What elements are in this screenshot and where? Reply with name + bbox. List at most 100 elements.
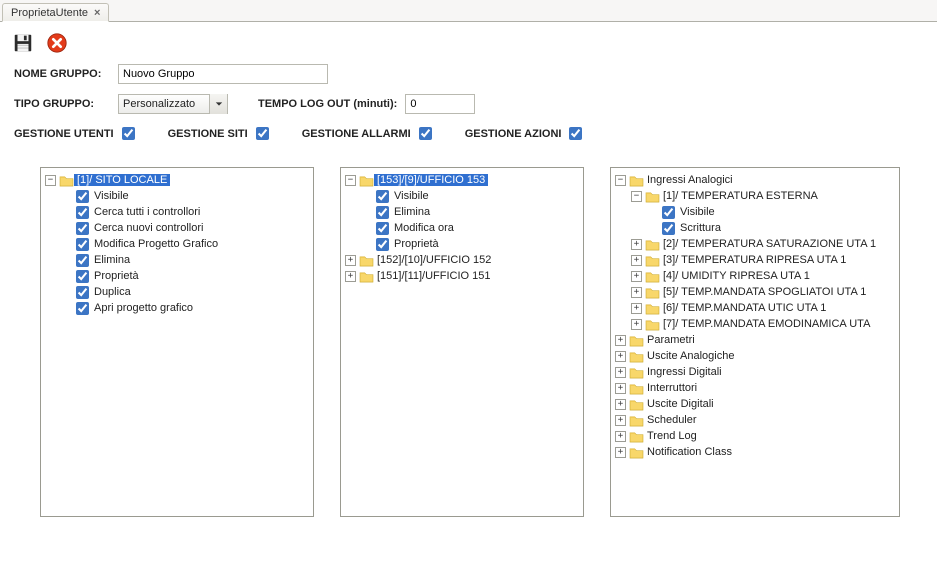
expand-icon[interactable]: + [615,335,626,346]
toolbar [0,22,937,62]
expand-icon[interactable]: + [631,303,642,314]
tree-node[interactable]: Scheduler [644,414,700,426]
tree-node-permission[interactable]: Modifica Progetto Grafico [91,238,221,250]
tree-node[interactable]: [3]/ TEMPERATURA RIPRESA UTA 1 [660,254,849,266]
tree-sites[interactable]: − [1]/ SITO LOCALE Visibile Cerca tutti i… [40,167,314,517]
folder-icon [628,172,644,188]
tree-node[interactable]: [2]/ TEMPERATURA SATURAZIONE UTA 1 [660,238,879,250]
timeout-input[interactable] [405,94,475,114]
permission-checkbox[interactable] [76,254,89,267]
timeout-label: TEMPO LOG OUT (minuti): [258,98,397,110]
flag-actions-label: GESTIONE AZIONI [465,128,562,140]
cancel-button[interactable] [44,30,70,56]
save-button[interactable] [10,30,36,56]
close-icon[interactable]: × [94,7,100,19]
permission-checkbox[interactable] [662,206,675,219]
expand-icon[interactable]: + [615,447,626,458]
tree-points[interactable]: − Ingressi Analogici − [1]/ TEMPERATURA … [610,167,900,517]
collapse-icon[interactable]: − [45,175,56,186]
permission-checkbox[interactable] [662,222,675,235]
tree-node[interactable]: Parametri [644,334,698,346]
tab-proprieta-utente[interactable]: ProprietaUtente × [2,3,109,22]
tree-node-permission[interactable]: Apri progetto grafico [91,302,196,314]
tree-node[interactable]: [151]/[11]/UFFICIO 151 [374,270,494,282]
permission-checkbox[interactable] [376,238,389,251]
name-label: NOME GRUPPO: [14,68,110,80]
permission-checkbox[interactable] [376,222,389,235]
tree-node-permission[interactable]: Visibile [391,190,432,202]
tree-node-permission[interactable]: Proprietà [91,270,142,282]
tree-node-permission[interactable]: Duplica [91,286,134,298]
permission-checkbox[interactable] [376,190,389,203]
tree-node-site-root[interactable]: [1]/ SITO LOCALE [74,174,170,186]
tree-node-permission[interactable]: Proprietà [391,238,442,250]
tab-strip: ProprietaUtente × [0,0,937,22]
tree-node[interactable]: Notification Class [644,446,735,458]
expand-icon[interactable]: + [345,255,356,266]
folder-icon [628,396,644,412]
expand-icon[interactable]: + [631,271,642,282]
tree-node[interactable]: Uscite Analogiche [644,350,737,362]
expand-icon[interactable]: + [615,367,626,378]
tree-node-permission[interactable]: Visibile [677,206,718,218]
tree-node[interactable]: [7]/ TEMP.MANDATA EMODINAMICA UTA [660,318,873,330]
tree-node[interactable]: Trend Log [644,430,700,442]
expand-icon[interactable]: + [615,399,626,410]
type-label: TIPO GRUPPO: [14,98,110,110]
tab-label: ProprietaUtente [11,7,88,19]
tree-controllers[interactable]: − [153]/[9]/UFFICIO 153 Visibile Elimina M… [340,167,584,517]
tree-node[interactable]: [152]/[10]/UFFICIO 152 [374,254,494,266]
flag-alarms-checkbox[interactable] [419,127,432,140]
flag-sites-label: GESTIONE SITI [168,128,248,140]
tree-node-permission[interactable]: Scrittura [677,222,724,234]
expand-icon[interactable]: + [631,319,642,330]
flag-actions-checkbox[interactable] [569,127,582,140]
folder-icon [644,188,660,204]
folder-icon [628,412,644,428]
tree-node-permission[interactable]: Elimina [391,206,433,218]
expand-icon[interactable]: + [615,431,626,442]
expand-icon[interactable]: + [631,287,642,298]
tree-node-category[interactable]: Ingressi Analogici [644,174,736,186]
permission-checkbox[interactable] [76,270,89,283]
group-name-input[interactable] [118,64,328,84]
flag-users-checkbox[interactable] [122,127,135,140]
folder-icon [628,364,644,380]
tree-node[interactable]: Uscite Digitali [644,398,717,410]
tree-node[interactable]: Ingressi Digitali [644,366,725,378]
tree-node-permission[interactable]: Visibile [91,190,132,202]
permission-checkbox[interactable] [76,302,89,315]
tree-node-controller-root[interactable]: [153]/[9]/UFFICIO 153 [374,174,488,186]
expand-icon[interactable]: + [615,415,626,426]
expand-icon[interactable]: + [345,271,356,282]
folder-icon [358,252,374,268]
permission-checkbox[interactable] [76,286,89,299]
group-type-select[interactable]: Personalizzato [118,94,228,114]
collapse-icon[interactable]: − [615,175,626,186]
permission-checkbox[interactable] [76,190,89,203]
tree-node-permission[interactable]: Modifica ora [391,222,457,234]
flag-sites-checkbox[interactable] [256,127,269,140]
tree-node[interactable]: Interruttori [644,382,700,394]
group-type-value: Personalizzato [123,98,195,110]
permission-checkbox[interactable] [76,238,89,251]
tree-node[interactable]: [4]/ UMIDITY RIPRESA UTA 1 [660,270,813,282]
tree-node[interactable]: [5]/ TEMP.MANDATA SPOGLIATOI UTA 1 [660,286,869,298]
tree-node[interactable]: [6]/ TEMP.MANDATA UTIC UTA 1 [660,302,829,314]
expand-icon[interactable]: + [631,255,642,266]
tree-node-permission[interactable]: Cerca nuovi controllori [91,222,206,234]
folder-icon [628,428,644,444]
expand-icon[interactable]: + [615,383,626,394]
permission-checkbox[interactable] [76,206,89,219]
permission-checkbox[interactable] [76,222,89,235]
tree-node-point[interactable]: [1]/ TEMPERATURA ESTERNA [660,190,821,202]
flag-users-label: GESTIONE UTENTI [14,128,114,140]
collapse-icon[interactable]: − [631,191,642,202]
folder-icon [58,172,74,188]
tree-node-permission[interactable]: Elimina [91,254,133,266]
expand-icon[interactable]: + [631,239,642,250]
collapse-icon[interactable]: − [345,175,356,186]
expand-icon[interactable]: + [615,351,626,362]
tree-node-permission[interactable]: Cerca tutti i controllori [91,206,203,218]
permission-checkbox[interactable] [376,206,389,219]
